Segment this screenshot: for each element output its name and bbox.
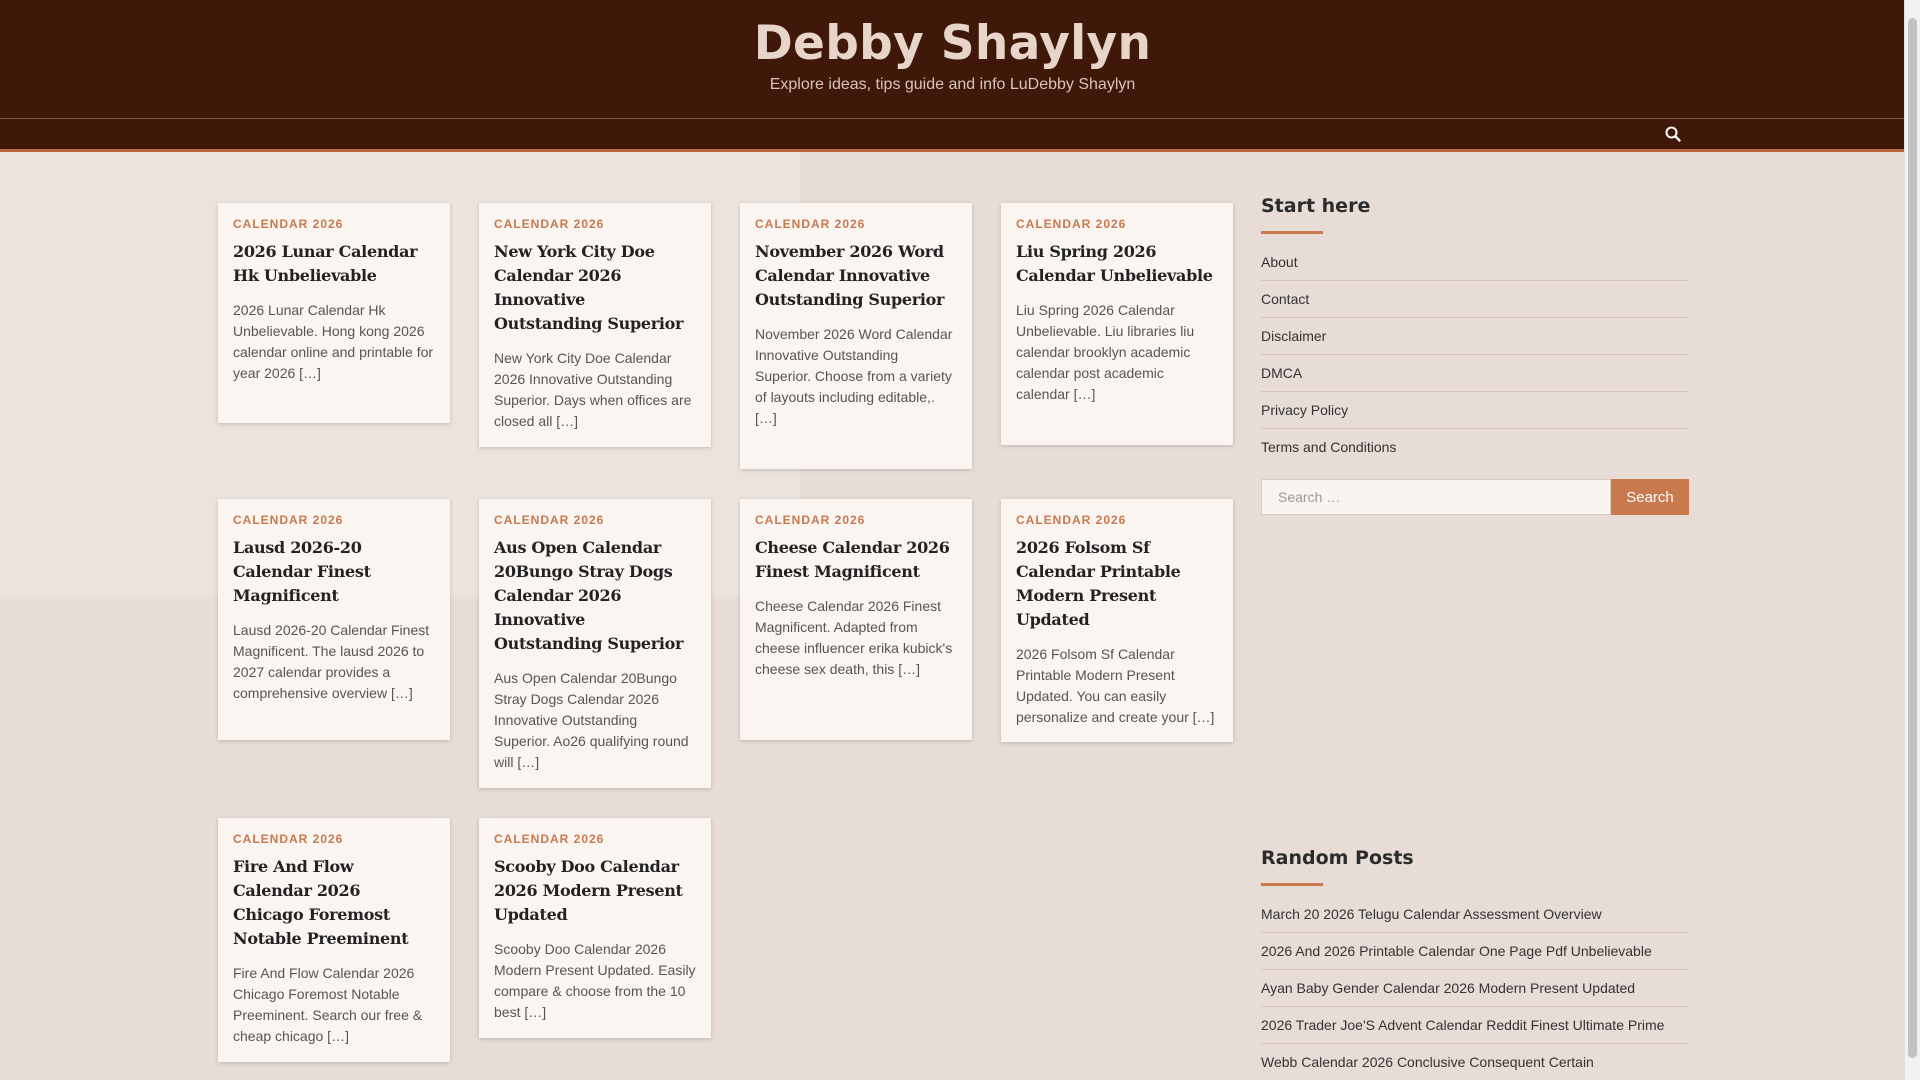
post-excerpt: 2026 Folsom Sf Calendar Printable Modern… xyxy=(1016,646,1215,725)
post-card: CALENDAR 2026 Cheese Calendar 2026 Fines… xyxy=(740,499,972,740)
post-excerpt: Fire And Flow Calendar 2026 Chicago Fore… xyxy=(233,965,423,1044)
post-title[interactable]: Fire And Flow Calendar 2026 Chicago Fore… xyxy=(233,855,435,951)
random-posts-list: March 20 2026 Telugu Calendar Assessment… xyxy=(1261,896,1689,1080)
post-title[interactable]: Cheese Calendar 2026 Finest Magnificent xyxy=(755,536,957,584)
post-card: CALENDAR 2026 Fire And Flow Calendar 202… xyxy=(218,818,450,1062)
post-category-link[interactable]: CALENDAR 2026 xyxy=(494,217,696,231)
post-card: CALENDAR 2026 Aus Open Calendar 20Bungo … xyxy=(479,499,711,788)
random-post-link[interactable]: Ayan Baby Gender Calendar 2026 Modern Pr… xyxy=(1261,970,1689,1007)
post-title[interactable]: November 2026 Word Calendar Innovative O… xyxy=(755,240,957,312)
post-title[interactable]: Liu Spring 2026 Calendar Unbelievable xyxy=(1016,240,1218,288)
random-post-link[interactable]: 2026 Trader Joe'S Advent Calendar Reddit… xyxy=(1261,1007,1689,1044)
sidebar-link-disclaimer[interactable]: Disclaimer xyxy=(1261,318,1689,355)
post-category-link[interactable]: CALENDAR 2026 xyxy=(494,513,696,527)
post-category-link[interactable]: CALENDAR 2026 xyxy=(233,513,435,527)
search-input[interactable] xyxy=(1261,479,1611,515)
post-category-link[interactable]: CALENDAR 2026 xyxy=(1016,217,1218,231)
sidebar-link-privacy-policy[interactable]: Privacy Policy xyxy=(1261,392,1689,429)
scrollbar-thumb[interactable] xyxy=(1908,18,1917,1058)
widget-underline xyxy=(1261,883,1323,886)
post-excerpt: Cheese Calendar 2026 Finest Magnificent.… xyxy=(755,598,953,677)
post-category-link[interactable]: CALENDAR 2026 xyxy=(1016,513,1218,527)
post-category-link[interactable]: CALENDAR 2026 xyxy=(494,832,696,846)
post-card: CALENDAR 2026 New York City Doe Calendar… xyxy=(479,203,711,447)
sidebar: Start here About Contact Disclaimer DMCA… xyxy=(1261,195,1689,515)
post-card: CALENDAR 2026 Lausd 2026-20 Calendar Fin… xyxy=(218,499,450,740)
site-description: Explore ideas, tips guide and info LuDeb… xyxy=(769,76,1136,93)
post-title[interactable]: 2026 Lunar Calendar Hk Unbelievable xyxy=(233,240,435,288)
sidebar-link-contact[interactable]: Contact xyxy=(1261,281,1689,318)
start-here-list: About Contact Disclaimer DMCA Privacy Po… xyxy=(1261,244,1689,465)
sidebar-link-about[interactable]: About xyxy=(1261,244,1689,281)
post-excerpt: Aus Open Calendar 20Bungo Stray Dogs Cal… xyxy=(494,670,689,770)
post-category-link[interactable]: CALENDAR 2026 xyxy=(755,217,957,231)
random-post-link[interactable]: Webb Calendar 2026 Conclusive Consequent… xyxy=(1261,1044,1689,1080)
random-post-link[interactable]: 2026 And 2026 Printable Calendar One Pag… xyxy=(1261,933,1689,970)
random-post-link[interactable]: March 20 2026 Telugu Calendar Assessment… xyxy=(1261,896,1689,933)
search-icon[interactable] xyxy=(1664,125,1682,143)
post-card: CALENDAR 2026 November 2026 Word Calenda… xyxy=(740,203,972,469)
post-card: CALENDAR 2026 2026 Folsom Sf Calendar Pr… xyxy=(1001,499,1233,742)
post-excerpt: Lausd 2026-20 Calendar Finest Magnificen… xyxy=(233,622,430,701)
sidebar-link-dmca[interactable]: DMCA xyxy=(1261,355,1689,392)
post-title[interactable]: 2026 Folsom Sf Calendar Printable Modern… xyxy=(1016,536,1218,632)
random-posts-title: Random Posts xyxy=(1261,847,1414,869)
site-title[interactable]: Debby Shaylyn xyxy=(0,16,1905,71)
search-button[interactable]: Search xyxy=(1611,479,1689,515)
post-title[interactable]: Lausd 2026-20 Calendar Finest Magnificen… xyxy=(233,536,435,608)
post-title[interactable]: New York City Doe Calendar 2026 Innovati… xyxy=(494,240,696,336)
post-excerpt: New York City Doe Calendar 2026 Innovati… xyxy=(494,350,692,429)
site-header: Debby Shaylyn Explore ideas, tips guide … xyxy=(0,0,1905,118)
post-card: CALENDAR 2026 Scooby Doo Calendar 2026 M… xyxy=(479,818,711,1038)
post-title[interactable]: Aus Open Calendar 20Bungo Stray Dogs Cal… xyxy=(494,536,696,656)
sidebar-link-terms[interactable]: Terms and Conditions xyxy=(1261,429,1689,465)
post-card: CALENDAR 2026 2026 Lunar Calendar Hk Unb… xyxy=(218,203,450,423)
page-scrollbar[interactable] xyxy=(1904,0,1920,1080)
post-excerpt: November 2026 Word Calendar Innovative O… xyxy=(755,326,953,426)
post-title[interactable]: Scooby Doo Calendar 2026 Modern Present … xyxy=(494,855,696,927)
start-here-title: Start here xyxy=(1261,195,1371,217)
post-card: CALENDAR 2026 Liu Spring 2026 Calendar U… xyxy=(1001,203,1233,445)
post-category-link[interactable]: CALENDAR 2026 xyxy=(233,217,435,231)
sidebar-search-form: Search xyxy=(1261,479,1689,515)
main-nav xyxy=(0,119,1905,152)
random-posts-widget: Random Posts March 20 2026 Telugu Calend… xyxy=(1261,847,1689,1080)
post-excerpt: Scooby Doo Calendar 2026 Modern Present … xyxy=(494,941,696,1020)
post-excerpt: Liu Spring 2026 Calendar Unbelievable. L… xyxy=(1016,302,1195,402)
post-excerpt: 2026 Lunar Calendar Hk Unbelievable. Hon… xyxy=(233,302,434,381)
widget-underline xyxy=(1261,231,1323,234)
post-category-link[interactable]: CALENDAR 2026 xyxy=(233,832,435,846)
post-category-link[interactable]: CALENDAR 2026 xyxy=(755,513,957,527)
